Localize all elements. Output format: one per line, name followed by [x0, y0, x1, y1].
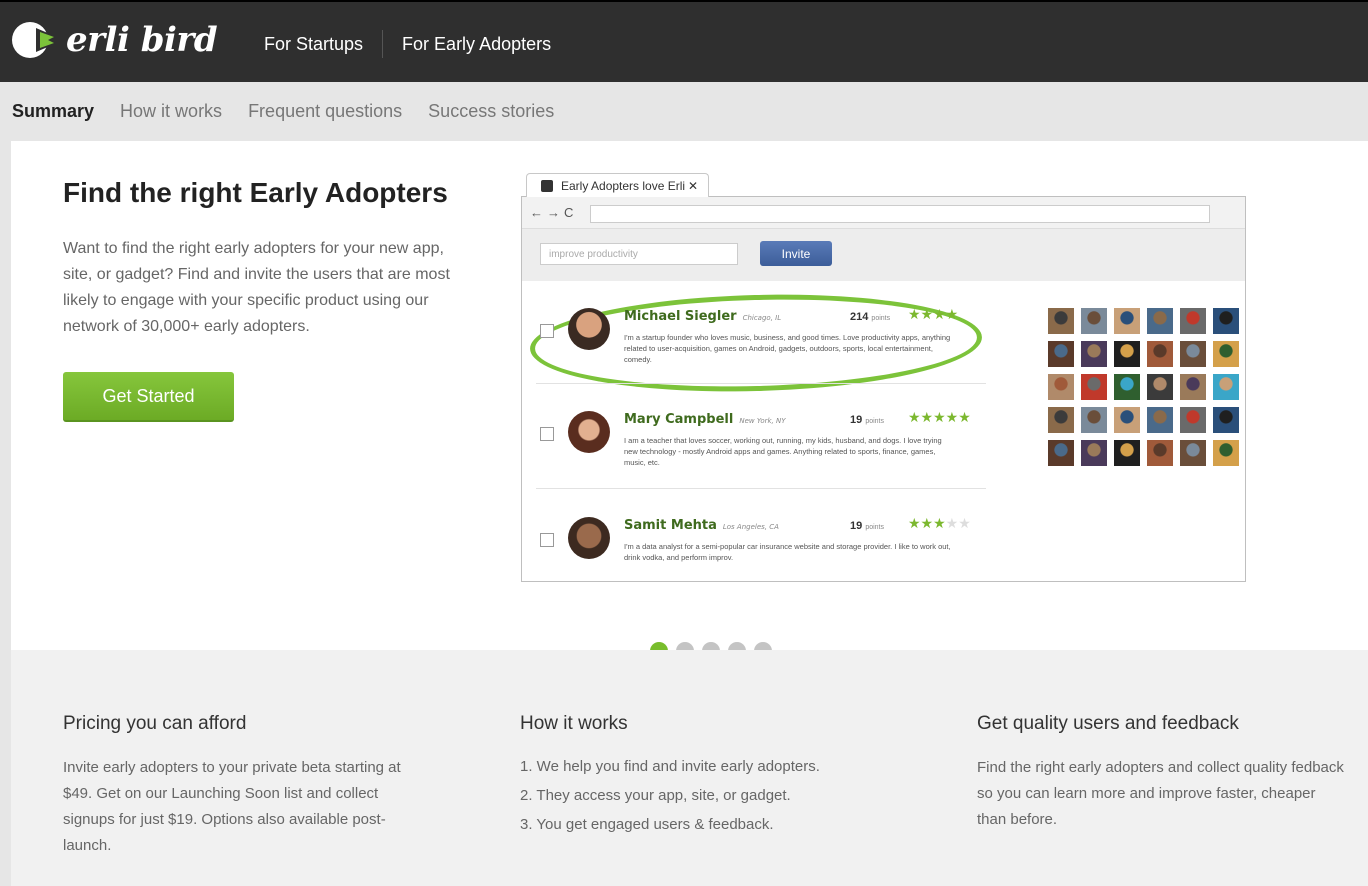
- user-thumbnail: [1213, 341, 1239, 367]
- user-thumbnail: [1048, 407, 1074, 433]
- pricing-title: Pricing you can afford: [63, 713, 247, 734]
- user-bio: I'm a data analyst for a semi-popular ca…: [624, 542, 951, 562]
- user-stars: ★★★★: [908, 306, 959, 322]
- logo[interactable]: erli bird: [10, 18, 218, 62]
- browser-address-bar: [590, 205, 1210, 223]
- user-thumbnail: [1213, 440, 1239, 466]
- mock-search-input: improve productivity: [540, 243, 738, 265]
- user-thumbnail: [1114, 308, 1140, 334]
- user-location: New York, NY: [739, 417, 786, 425]
- browser-nav-icons: ←→C: [530, 205, 578, 220]
- bird-logo-icon: [10, 20, 56, 60]
- user-stars: ★★★★★: [908, 409, 971, 425]
- user-thumbnail: [1114, 407, 1140, 433]
- user-thumbnail: [1147, 374, 1173, 400]
- user-thumbnail: [1147, 440, 1173, 466]
- browser-tab: Early Adopters love Erli ✕: [526, 173, 709, 198]
- user-bio: I am a teacher that loves soccer, workin…: [624, 436, 942, 467]
- user-thumbnail: [1081, 308, 1107, 334]
- subnav-frequent-questions[interactable]: Frequent questions: [248, 101, 402, 122]
- user-checkbox: [540, 427, 554, 441]
- browser-toolbar: ←→C: [522, 197, 1245, 229]
- browser-mockup: Early Adopters love Erli ✕ ←→C improve p…: [521, 173, 1246, 582]
- user-card: Michael Siegler Chicago, IL 214 points ★★…: [536, 284, 986, 384]
- user-thumbnail: [1114, 374, 1140, 400]
- mock-invite-button: Invite: [760, 241, 832, 266]
- user-thumbnail: [1114, 440, 1140, 466]
- user-location: Los Angeles, CA: [722, 523, 779, 531]
- how-it-works-steps: 1. We help you find and invite early ado…: [520, 750, 890, 842]
- mock-search-row: improve productivity Invite: [522, 229, 1245, 281]
- feature-columns: Pricing you can afford Invite early adop…: [11, 650, 1368, 886]
- sub-nav: Summary How it works Frequent questions …: [12, 101, 554, 122]
- logo-text: erli bird: [66, 20, 218, 60]
- user-avatar: [568, 517, 610, 559]
- user-thumbnail: [1081, 440, 1107, 466]
- user-divider: [536, 488, 986, 489]
- hero-title: Find the right Early Adopters: [63, 177, 448, 208]
- hero-description: Want to find the right early adopters fo…: [63, 240, 450, 335]
- nav-for-startups[interactable]: For Startups: [264, 34, 363, 55]
- user-thumbnail: [1048, 440, 1074, 466]
- user-checkbox: [540, 324, 554, 338]
- user-name: Mary Campbell New York, NY: [624, 412, 786, 427]
- user-divider: [536, 383, 986, 384]
- user-card: Mary Campbell New York, NY 19 points ★★★★…: [536, 387, 986, 487]
- user-thumbnail: [1180, 341, 1206, 367]
- user-thumbnail: [1081, 341, 1107, 367]
- pricing-text: Invite early adopters to your private be…: [63, 759, 401, 854]
- user-thumbnail: [1180, 374, 1206, 400]
- user-thumbnail: [1147, 308, 1173, 334]
- user-thumbnail: [1147, 407, 1173, 433]
- nav-divider: [382, 30, 384, 58]
- user-thumbnail: [1213, 407, 1239, 433]
- user-photo-grid: [1048, 308, 1239, 466]
- subnav-how-it-works[interactable]: How it works: [120, 101, 222, 122]
- user-name: Samit Mehta Los Angeles, CA: [624, 518, 779, 533]
- pricing-column: Pricing you can afford Invite early adop…: [63, 713, 433, 859]
- nav-for-early-adopters[interactable]: For Early Adopters: [402, 34, 551, 55]
- user-thumbnail: [1147, 341, 1173, 367]
- subnav-success-stories[interactable]: Success stories: [428, 101, 554, 122]
- top-nav: For Startups For Early Adopters: [264, 30, 551, 58]
- user-thumbnail: [1081, 374, 1107, 400]
- user-points: 214 points: [850, 311, 891, 323]
- user-thumbnail: [1114, 341, 1140, 367]
- user-stars: ★★★★★: [908, 515, 971, 531]
- user-thumbnail: [1048, 341, 1074, 367]
- hero-panel: Find the right Early Adopters Want to fi…: [11, 141, 1368, 650]
- top-bar: erli bird For Startups For Early Adopter…: [0, 0, 1368, 82]
- user-avatar: [568, 308, 610, 350]
- user-checkbox: [540, 533, 554, 547]
- user-thumbnail: [1081, 407, 1107, 433]
- user-name: Michael Siegler Chicago, IL: [624, 309, 782, 324]
- user-points: 19 points: [850, 520, 884, 532]
- user-location: Chicago, IL: [742, 314, 782, 322]
- user-bio: I'm a startup founder who loves music, b…: [624, 333, 951, 364]
- user-thumbnail: [1048, 308, 1074, 334]
- user-points: 19 points: [850, 414, 884, 426]
- user-thumbnail: [1213, 374, 1239, 400]
- subnav-summary[interactable]: Summary: [12, 101, 94, 122]
- user-thumbnail: [1180, 308, 1206, 334]
- user-thumbnail: [1180, 407, 1206, 433]
- how-it-works-title: How it works: [520, 713, 628, 734]
- favicon-icon: [541, 180, 553, 192]
- quality-title: Get quality users and feedback: [977, 713, 1239, 734]
- user-card: Samit Mehta Los Angeles, CA 19 points ★★★…: [536, 493, 986, 593]
- quality-text: Find the right early adopters and collec…: [977, 759, 1344, 828]
- user-avatar: [568, 411, 610, 453]
- how-it-works-column: How it works 1. We help you find and inv…: [520, 713, 890, 842]
- browser-tab-title: Early Adopters love Erli: [561, 179, 686, 193]
- user-thumbnail: [1213, 308, 1239, 334]
- close-tab-icon: ✕: [687, 179, 698, 193]
- get-started-button[interactable]: Get Started: [63, 372, 234, 422]
- user-thumbnail: [1180, 440, 1206, 466]
- step-item: 3. You get engaged users & feedback.: [520, 816, 774, 833]
- quality-column: Get quality users and feedback Find the …: [977, 713, 1347, 833]
- user-thumbnail: [1048, 374, 1074, 400]
